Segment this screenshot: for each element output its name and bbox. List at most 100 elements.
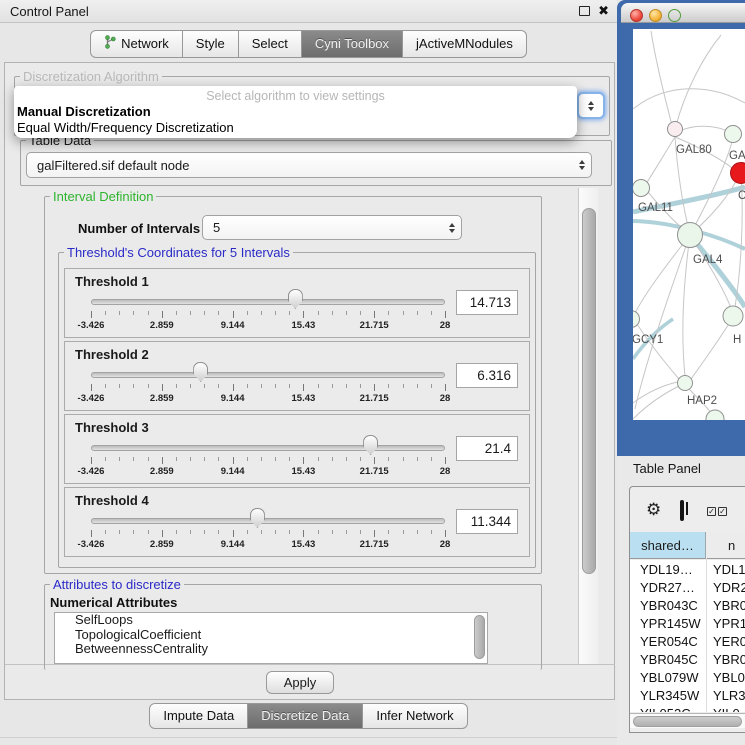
table-row[interactable]: YBR045CYBR0 xyxy=(630,650,745,668)
network-node-ga[interactable] xyxy=(725,126,742,143)
node-label-gal80: GAL80 xyxy=(676,144,712,156)
cell-name[interactable]: YDL1 xyxy=(706,562,745,577)
slider-thumb[interactable] xyxy=(250,508,265,528)
zoom-traffic-light[interactable] xyxy=(668,9,681,22)
cell-name[interactable]: YBR0 xyxy=(706,598,745,613)
table-row[interactable]: YIL052CYIL0 xyxy=(630,704,745,712)
attributes-list-scrollbar-thumb[interactable] xyxy=(474,615,485,659)
minimize-traffic-light[interactable] xyxy=(649,9,662,22)
tick-label: 28 xyxy=(440,539,451,550)
network-node[interactable] xyxy=(731,163,745,184)
table-row[interactable]: YBR043CYBR0 xyxy=(630,596,745,614)
tab-jactivemnodules[interactable]: jActiveMNodules xyxy=(403,30,527,58)
table-horizontal-scrollbar[interactable] xyxy=(630,713,745,728)
bottom-tab-bar: Impute DataDiscretize DataInfer Network xyxy=(0,703,617,729)
slider-thumb[interactable] xyxy=(193,362,208,382)
checkbox-icon[interactable]: ✓ xyxy=(707,507,716,516)
node-label-gal11: GAL11 xyxy=(638,202,673,214)
network-node-gal4[interactable] xyxy=(678,223,703,248)
apply-button[interactable]: Apply xyxy=(266,671,334,694)
float-window-icon[interactable] xyxy=(579,6,590,16)
tick-label: 2.859 xyxy=(150,393,174,404)
gear-icon[interactable]: ⚙ xyxy=(646,501,661,518)
algorithm-combobox-stepper[interactable] xyxy=(577,92,605,119)
network-window-titlebar[interactable] xyxy=(621,3,745,23)
cell-name[interactable]: YBL0 xyxy=(706,670,745,685)
cell-shared-name[interactable]: YDR27… xyxy=(630,580,706,595)
cell-name[interactable]: YBR0 xyxy=(706,652,745,667)
tab-discretize-data[interactable]: Discretize Data xyxy=(248,703,363,729)
attribute-item-betweennesscentrality[interactable]: BetweennessCentrality xyxy=(55,642,487,657)
algorithm-option-manual[interactable]: Manual Discretization xyxy=(17,104,151,119)
tab-cyni-toolbox[interactable]: Cyni Toolbox xyxy=(302,30,403,58)
cell-name[interactable]: YDR2 xyxy=(706,580,745,595)
table-row[interactable]: YDL19…YDL1 xyxy=(630,560,745,578)
slider-thumb[interactable] xyxy=(363,435,378,455)
table-row[interactable]: YPR145WYPR1 xyxy=(630,614,745,632)
network-node-h[interactable] xyxy=(723,306,743,326)
table-row[interactable]: YER054CYER0 xyxy=(630,632,745,650)
tab-style[interactable]: Style xyxy=(183,30,239,58)
threshold-value-field[interactable]: 6.316 xyxy=(456,363,518,388)
table-row[interactable]: YBL079WYBL0 xyxy=(630,668,745,686)
checkbox-icon[interactable]: ✓ xyxy=(718,507,727,516)
network-node[interactable] xyxy=(706,410,724,420)
close-traffic-light[interactable] xyxy=(630,9,643,22)
table-row[interactable]: YLR345WYLR3 xyxy=(630,686,745,704)
tab-select[interactable]: Select xyxy=(239,30,302,58)
threshold-value-field[interactable]: 21.4 xyxy=(456,436,518,461)
split-columns-icon[interactable] xyxy=(680,500,684,521)
threshold-value-field[interactable]: 11.344 xyxy=(456,509,518,534)
cell-shared-name[interactable]: YBR043C xyxy=(630,598,706,613)
slider-track[interactable] xyxy=(91,372,445,378)
attribute-item-selfloops[interactable]: SelfLoops xyxy=(55,613,487,628)
tab-impute-data[interactable]: Impute Data xyxy=(149,703,248,729)
algorithm-option-equal-width[interactable]: Equal Width/Frequency Discretization xyxy=(17,120,234,135)
cell-shared-name[interactable]: YBR045C xyxy=(630,652,706,667)
number-of-intervals-label: Number of Intervals xyxy=(78,221,200,236)
cell-shared-name[interactable]: YDL19… xyxy=(630,562,706,577)
cell-name[interactable]: YLR3 xyxy=(706,688,745,703)
table-hscrollbar-thumb[interactable] xyxy=(633,716,742,727)
table-data-combobox[interactable]: galFiltered.sif default node xyxy=(26,152,592,178)
network-canvas[interactable]: GAL80GAGAL11GAL4GCY1HHAP2C xyxy=(633,29,745,420)
cell-shared-name[interactable]: YPR145W xyxy=(630,616,706,631)
threshold-label: Threshold 2 xyxy=(75,347,149,362)
table-row[interactable]: YDR27…YDR2 xyxy=(630,578,745,596)
close-icon[interactable]: ✖ xyxy=(598,6,609,16)
slider-tick-labels: -3.4262.8599.14415.4321.71528 xyxy=(65,320,529,332)
network-node-gal11[interactable] xyxy=(633,180,650,197)
slider-tick-labels: -3.4262.8599.14415.4321.71528 xyxy=(65,466,529,478)
tick-label: 21.715 xyxy=(360,320,389,331)
tick-label: 2.859 xyxy=(150,539,174,550)
tab-network[interactable]: Network xyxy=(90,30,183,58)
slider-track[interactable] xyxy=(91,445,445,451)
cell-name[interactable]: YPR1 xyxy=(706,616,745,631)
cell-name[interactable]: YIL0 xyxy=(706,706,745,713)
slider-track[interactable] xyxy=(91,299,445,305)
main-vertical-scrollbar[interactable] xyxy=(578,188,598,664)
attribute-item-topologicalcoefficient[interactable]: TopologicalCoefficient xyxy=(55,628,487,643)
threshold-row: Threshold 1 -3.4262.8599.14415.4321.7152… xyxy=(64,268,530,338)
discretization-algorithm-group-title: Discretization Algorithm xyxy=(20,69,162,84)
slider-thumb[interactable] xyxy=(288,289,303,309)
cell-shared-name[interactable]: YER054C xyxy=(630,634,706,649)
column-header-name[interactable]: n xyxy=(706,532,745,558)
network-node-gcy1[interactable] xyxy=(633,311,640,328)
tick-label: 28 xyxy=(440,320,451,331)
network-node-hap2[interactable] xyxy=(678,376,693,391)
tick-label: 15.43 xyxy=(292,466,316,477)
network-node-gal80[interactable] xyxy=(668,122,683,137)
tab-infer-network[interactable]: Infer Network xyxy=(363,703,467,729)
cell-name[interactable]: YER0 xyxy=(706,634,745,649)
main-scrollbar-thumb[interactable] xyxy=(582,208,596,574)
number-of-intervals-combobox[interactable]: 5 xyxy=(202,215,462,240)
cell-shared-name[interactable]: YIL052C xyxy=(630,706,706,713)
threshold-value-field[interactable]: 14.713 xyxy=(456,290,518,315)
tick-label: 9.144 xyxy=(221,539,245,550)
cell-shared-name[interactable]: YBL079W xyxy=(630,670,706,685)
cell-shared-name[interactable]: YLR345W xyxy=(630,688,706,703)
node-label-gcy1: GCY1 xyxy=(633,334,663,346)
slider-track[interactable] xyxy=(91,518,445,524)
column-header-shared-name[interactable]: shared… xyxy=(630,532,706,558)
